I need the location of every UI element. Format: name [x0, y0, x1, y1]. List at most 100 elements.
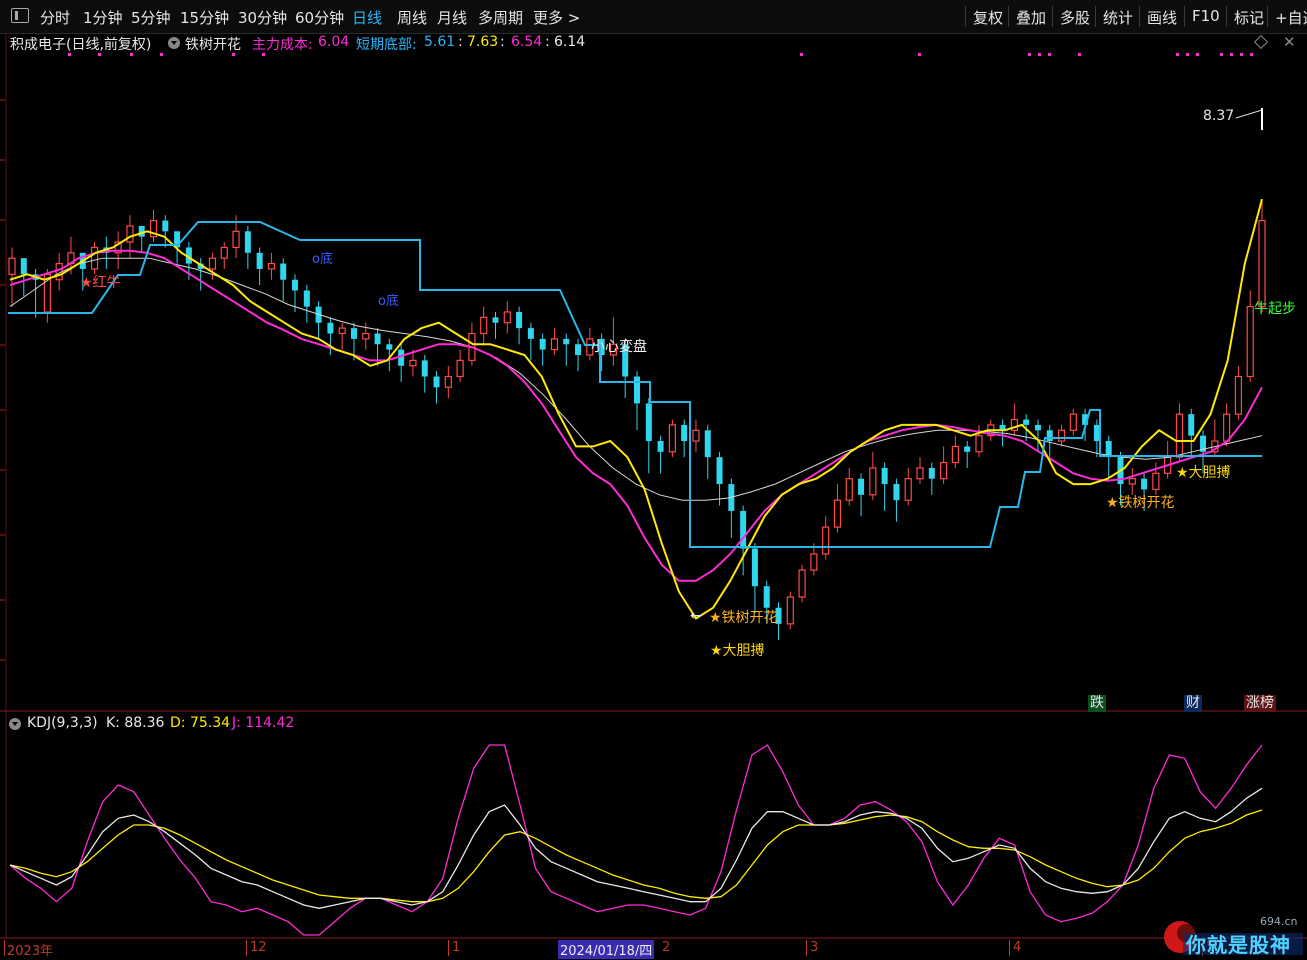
candle-up — [975, 435, 983, 453]
candle-down — [516, 311, 523, 329]
candle-down — [421, 360, 428, 377]
high-arrow — [1235, 109, 1263, 119]
candle-down — [704, 430, 711, 458]
candle-up — [786, 596, 794, 625]
signal-tiehua-1: ★铁树开花 — [709, 610, 778, 626]
top-marker-dot — [1048, 53, 1051, 56]
signal-tiehua-2: ★铁树开花 — [1106, 495, 1175, 511]
signal-bottom-1: o底 — [312, 252, 333, 267]
candle-up — [833, 499, 842, 528]
top-marker-dot — [1230, 53, 1233, 56]
candle-up — [1246, 306, 1254, 378]
kdj-dropdown-icon[interactable] — [9, 718, 21, 730]
candle-up — [126, 225, 134, 243]
candle-up — [940, 461, 948, 480]
xaxis-label-2: 2 — [662, 940, 671, 955]
top-marker-dot — [1240, 53, 1243, 56]
candle-down — [244, 231, 251, 253]
tag-finance[interactable]: 财 — [1184, 695, 1202, 712]
top-marker-dot — [232, 53, 235, 56]
xaxis-label-1: 1 — [452, 940, 461, 955]
top-marker-dot — [160, 53, 163, 56]
candle-up — [1175, 413, 1184, 458]
top-marker-dot — [1176, 53, 1179, 56]
high-price-label: 8.37 — [1203, 108, 1235, 124]
candle-down — [539, 338, 546, 350]
xaxis-label-3: 3 — [810, 940, 819, 955]
top-marker-dot — [1078, 53, 1081, 56]
xaxis-label-4: 4 — [1013, 940, 1022, 955]
signal-caution: 小心変盘 — [591, 339, 647, 355]
candle-down — [1188, 414, 1195, 436]
candle-down — [527, 328, 534, 339]
candle-up — [1128, 478, 1136, 485]
candle-up — [1258, 219, 1266, 308]
candle-up — [810, 553, 818, 571]
candle-down — [374, 333, 381, 345]
candle-up — [220, 246, 228, 259]
candle-down — [763, 586, 770, 608]
candle-up — [456, 359, 464, 378]
top-marker-dot — [130, 53, 133, 56]
candle-up — [1234, 375, 1243, 415]
kdj-d-value: D: 75.34 — [170, 715, 231, 731]
tag-gainers[interactable]: 涨榜 — [1244, 695, 1276, 712]
kdj-d-line — [9, 809, 1263, 903]
kdj-j-line — [9, 744, 1263, 936]
candle-down — [386, 344, 393, 350]
watermark-site: 694.cn — [1260, 915, 1298, 928]
top-marker-dot — [1028, 53, 1031, 56]
candle-down — [1034, 424, 1041, 431]
signal-bottom-2: o底 — [378, 294, 399, 309]
candle-down — [575, 344, 582, 355]
candle-up — [692, 429, 700, 442]
candle-up — [1152, 472, 1160, 491]
kdj-title[interactable]: KDJ(9,3,3) — [27, 715, 98, 731]
candle-down — [645, 403, 652, 442]
candle-down — [162, 220, 169, 232]
xaxis-cursor-date: 2024/01/18/四 — [558, 940, 655, 959]
candle-down — [964, 446, 971, 452]
xaxis-label-12: 12 — [250, 940, 267, 955]
candle-up — [845, 478, 853, 501]
candle-up — [1057, 429, 1066, 442]
arrow-left-marker: ← — [690, 608, 702, 624]
signal-dadan-2: ★大胆搏 — [1176, 465, 1231, 481]
candle-down — [657, 441, 664, 452]
candle-up — [951, 445, 959, 464]
candle-up — [267, 262, 276, 270]
top-marker-dot — [1038, 53, 1041, 56]
candle-down — [1046, 430, 1053, 442]
candle-down — [716, 457, 723, 485]
candle-up — [904, 478, 912, 501]
candle-down — [256, 252, 263, 269]
candle-up — [869, 467, 877, 496]
candle-down — [751, 548, 758, 587]
top-marker-dot — [1196, 53, 1199, 56]
tag-fall[interactable]: 跌 — [1088, 695, 1106, 712]
top-marker-dot — [800, 53, 803, 56]
kdj-j-value: J: 114.42 — [232, 715, 295, 731]
candle-down — [928, 467, 935, 479]
candle-down — [433, 376, 440, 388]
top-marker-dot — [1220, 53, 1223, 56]
signal-niu-start: 牛起步 — [1254, 301, 1296, 317]
candle-up — [338, 327, 346, 335]
candlestick-chart[interactable] — [0, 0, 1307, 956]
candle-up — [90, 246, 99, 270]
candle-up — [503, 311, 511, 324]
candle-down — [492, 317, 499, 323]
candle-up — [208, 257, 217, 270]
top-marker-dot — [98, 53, 101, 56]
candle-down — [563, 338, 570, 345]
top-marker-dot — [1186, 53, 1189, 56]
candle-up — [1223, 413, 1231, 442]
candle-down — [681, 424, 688, 442]
candle-up — [362, 332, 370, 340]
candle-down — [303, 290, 310, 307]
top-marker-dot — [68, 53, 71, 56]
candle-down — [280, 263, 287, 280]
signal-dadan-1: ★大胆搏 — [710, 643, 765, 659]
candle-down — [1141, 478, 1148, 490]
candle-up — [916, 467, 924, 480]
